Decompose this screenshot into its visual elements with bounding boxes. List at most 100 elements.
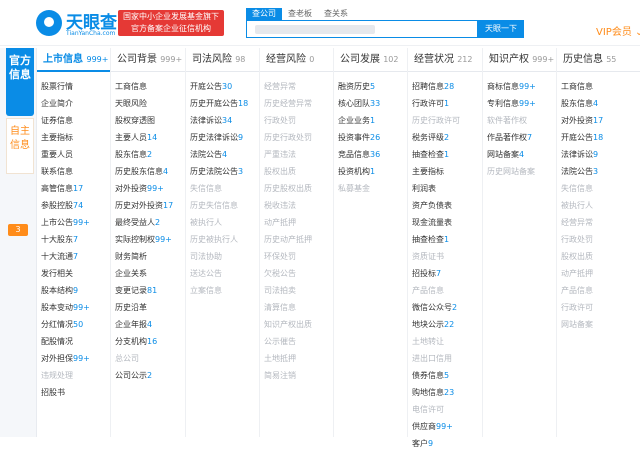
- list-item[interactable]: 企业年报4: [111, 316, 185, 333]
- list-item[interactable]: 法律诉讼9: [557, 146, 640, 163]
- list-item[interactable]: 开庭公告30: [186, 78, 259, 95]
- list-item[interactable]: 证券信息: [37, 112, 110, 129]
- list-item[interactable]: 商标信息99+: [483, 78, 556, 95]
- list-item[interactable]: 历史沿革: [111, 299, 185, 316]
- list-item[interactable]: 融资历史5: [334, 78, 407, 95]
- list-item[interactable]: 变更记录81: [111, 282, 185, 299]
- search-button[interactable]: 天眼一下: [478, 20, 524, 38]
- list-item[interactable]: 专利信息99+: [483, 95, 556, 112]
- list-item[interactable]: 招股书: [37, 384, 110, 401]
- list-item[interactable]: 历史股东信息4: [111, 163, 185, 180]
- vip-member-link[interactable]: VIP会员 ⌄: [596, 23, 640, 38]
- tab-self-info[interactable]: 自主信息: [6, 118, 34, 174]
- list-item[interactable]: 股本结构9: [37, 282, 110, 299]
- search-tab-relation[interactable]: 查关系: [318, 8, 354, 20]
- column-header[interactable]: 上市信息 999+: [37, 48, 110, 72]
- site-logo[interactable]: 天眼查 TianYanCha.com: [36, 6, 122, 40]
- list-item[interactable]: 客户9: [408, 435, 482, 452]
- column-header[interactable]: 公司背景 999+: [111, 48, 185, 72]
- list-item[interactable]: 股本变动99+: [37, 299, 110, 316]
- list-item[interactable]: 法院公告3: [557, 163, 640, 180]
- list-item[interactable]: 投资事件26: [334, 129, 407, 146]
- list-item[interactable]: 投资机构1: [334, 163, 407, 180]
- search-tab-boss[interactable]: 查老板: [282, 8, 318, 20]
- column-header[interactable]: 经营风险 0: [260, 48, 333, 72]
- list-item[interactable]: 工商信息: [111, 78, 185, 95]
- list-item[interactable]: 法院公告4: [186, 146, 259, 163]
- list-item[interactable]: 高管信息17: [37, 180, 110, 197]
- item-label: 十大流通: [41, 252, 73, 261]
- list-item[interactable]: 分支机构16: [111, 333, 185, 350]
- list-item[interactable]: 十大股东7: [37, 231, 110, 248]
- list-item[interactable]: 参股控股74: [37, 197, 110, 214]
- column-header[interactable]: 司法风险 98: [186, 48, 259, 72]
- list-item[interactable]: 重要人员: [37, 146, 110, 163]
- item-label: 法院公告: [561, 167, 593, 176]
- item-label: 网站备案: [487, 150, 519, 159]
- list-item[interactable]: 最终受益人2: [111, 214, 185, 231]
- list-item[interactable]: 联系信息: [37, 163, 110, 180]
- column-header[interactable]: 知识产权 999+: [483, 48, 556, 72]
- list-item[interactable]: 历史对外投资17: [111, 197, 185, 214]
- item-count: 26: [370, 133, 381, 142]
- list-item[interactable]: 股票行情: [37, 78, 110, 95]
- list-item[interactable]: 公司公示2: [111, 367, 185, 384]
- search-tab-company[interactable]: 查公司: [246, 8, 282, 20]
- item-list: 商标信息99+ 专利信息99+ 软件著作权 作品著作权7 网站备案4 历史网站备案: [483, 72, 556, 180]
- list-item[interactable]: 工商信息: [557, 78, 640, 95]
- list-item[interactable]: 抽查检查1: [408, 231, 482, 248]
- list-item[interactable]: 配股情况: [37, 333, 110, 350]
- list-item[interactable]: 实际控制权99+: [111, 231, 185, 248]
- list-item[interactable]: 天眼风险: [111, 95, 185, 112]
- list-item[interactable]: 主要人员14: [111, 129, 185, 146]
- list-item[interactable]: 债券信息5: [408, 367, 482, 384]
- list-item[interactable]: 核心团队33: [334, 95, 407, 112]
- list-item[interactable]: 股东信息2: [111, 146, 185, 163]
- list-item[interactable]: 竞品信息36: [334, 146, 407, 163]
- list-item[interactable]: 历史开庭公告18: [186, 95, 259, 112]
- list-item[interactable]: 行政许可1: [408, 95, 482, 112]
- list-item[interactable]: 网站备案4: [483, 146, 556, 163]
- list-item[interactable]: 发行相关: [37, 265, 110, 282]
- list-item[interactable]: 现金流量表: [408, 214, 482, 231]
- tab-official-info[interactable]: 官方信息: [6, 48, 34, 116]
- list-item[interactable]: 上市公告99+: [37, 214, 110, 231]
- column-header[interactable]: 经营状况 212: [408, 48, 482, 72]
- list-item[interactable]: 企业简介: [37, 95, 110, 112]
- list-item[interactable]: 历史法院公告3: [186, 163, 259, 180]
- list-item[interactable]: 招投标7: [408, 265, 482, 282]
- list-item[interactable]: 对外投资99+: [111, 180, 185, 197]
- list-item[interactable]: 股东信息4: [557, 95, 640, 112]
- search-input[interactable]: [246, 20, 478, 38]
- list-item[interactable]: 十大流通7: [37, 248, 110, 265]
- list-item[interactable]: 对外担保99+: [37, 350, 110, 367]
- list-item[interactable]: 地块公示22: [408, 316, 482, 333]
- list-item[interactable]: 利润表: [408, 180, 482, 197]
- column-header[interactable]: 公司发展 102: [334, 48, 407, 72]
- list-item: 历史网站备案: [483, 163, 556, 180]
- list-item[interactable]: 招聘信息28: [408, 78, 482, 95]
- list-item[interactable]: 股权穿透图: [111, 112, 185, 129]
- list-item[interactable]: 购地信息23: [408, 384, 482, 401]
- item-count: 23: [444, 388, 455, 397]
- list-item[interactable]: 历史法律诉讼9: [186, 129, 259, 146]
- item-count: 4: [519, 150, 525, 159]
- list-item[interactable]: 抽查检查1: [408, 146, 482, 163]
- list-item[interactable]: 微信公众号2: [408, 299, 482, 316]
- list-item[interactable]: 资产负债表: [408, 197, 482, 214]
- list-item[interactable]: 开庭公告18: [557, 129, 640, 146]
- list-item[interactable]: 主要指标: [408, 163, 482, 180]
- item-list: 工商信息 天眼风险 股权穿透图 主要人员14 股东信息2 历史股东信息4 对外投资99+ 历史…: [111, 72, 185, 384]
- list-item[interactable]: 对外投资17: [557, 112, 640, 129]
- list-item[interactable]: 供应商99+: [408, 418, 482, 435]
- column-header[interactable]: 历史信息 55: [557, 48, 640, 72]
- list-item[interactable]: 企业业务1: [334, 112, 407, 129]
- list-item[interactable]: 企业关系: [111, 265, 185, 282]
- list-item[interactable]: 分红情况50: [37, 316, 110, 333]
- list-item[interactable]: 法律诉讼34: [186, 112, 259, 129]
- list-item[interactable]: 税务评级2: [408, 129, 482, 146]
- list-item[interactable]: 作品著作权7: [483, 129, 556, 146]
- list-item[interactable]: 主要指标: [37, 129, 110, 146]
- list-item[interactable]: 财务简析: [111, 248, 185, 265]
- list-item: 历史被执行人: [186, 231, 259, 248]
